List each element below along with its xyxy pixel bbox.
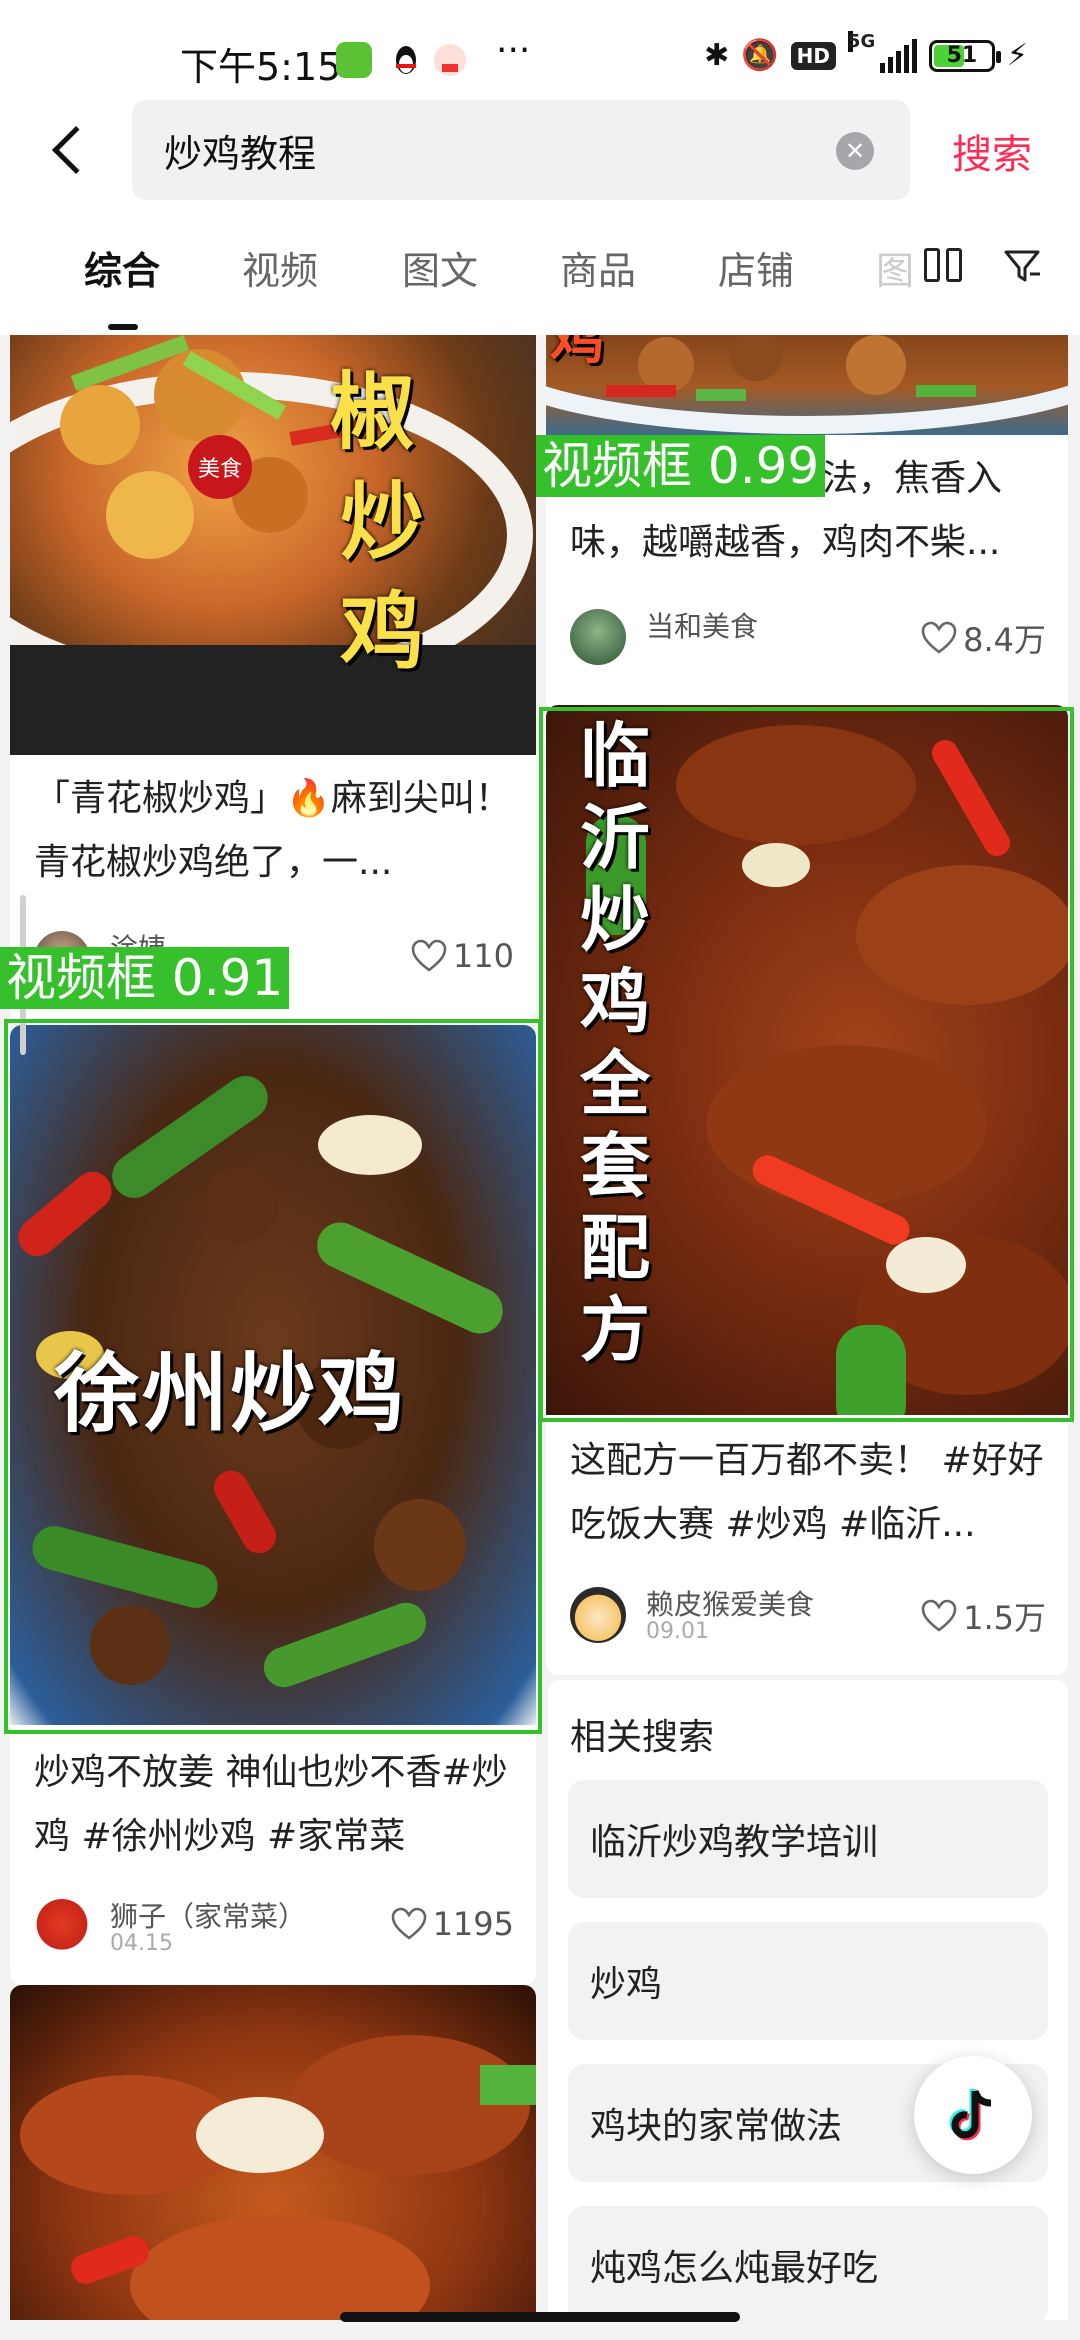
tab-comprehensive[interactable]: 综合: [84, 240, 160, 295]
card-thumbnail: 美食 椒 炒 鸡: [10, 335, 536, 755]
like-count[interactable]: 8.4万: [921, 615, 1046, 661]
grid-layout-icon[interactable]: [924, 248, 962, 282]
thumbnail-caption: 临 沂 炒 鸡 全 套 配 方: [580, 715, 652, 1371]
thumbnail-caption: 徐州炒鸡: [54, 1344, 406, 1444]
thumbnail-caption: 鸡: [340, 583, 427, 681]
search-box[interactable]: ✕: [132, 100, 910, 200]
status-time: 下午5:15: [180, 45, 342, 89]
detection-label: 视频框 0.91: [0, 947, 290, 1009]
result-tabs: 综合 视频 图文 商品 店铺 图: [0, 240, 1080, 335]
result-card[interactable]: 美食 椒 炒 鸡 「青花椒炒鸡」🔥麻到尖叫！青花椒炒鸡绝了，一... 涂姨 11…: [10, 335, 536, 1020]
back-button[interactable]: [40, 120, 101, 180]
tab-products[interactable]: 商品: [560, 240, 636, 295]
heart-icon: [391, 1907, 426, 1940]
tab-video[interactable]: 视频: [242, 240, 318, 295]
bluetooth-icon: ✱: [704, 38, 730, 73]
heart-icon: [921, 621, 957, 654]
qq-icon: [388, 42, 424, 78]
result-card[interactable]: 徐州炒鸡 炒鸡不放姜 神仙也炒不香#炒鸡 #徐州炒鸡 #家常菜 狮子（家常菜） …: [10, 1025, 536, 1985]
thumbnail-caption: 炒: [340, 473, 427, 571]
top-header: 下午5:15 ··· ✱ 🔕 HD 5G 51 ⚡ 炒鸡教程 ✕ 搜索 综合 视…: [0, 0, 1080, 335]
related-search-item[interactable]: 炒鸡: [568, 1922, 1048, 2040]
avatar[interactable]: [34, 1899, 90, 1955]
like-count[interactable]: 110: [411, 937, 514, 975]
signal-icon: 5G: [847, 30, 917, 73]
like-count[interactable]: 1195: [391, 1905, 514, 1943]
thumbnail-caption: 鸡: [550, 335, 606, 371]
battery-level: 51: [946, 43, 978, 68]
result-card[interactable]: [10, 1985, 536, 2320]
search-bar-row: ✕ 搜索: [0, 100, 1080, 200]
card-thumbnail: 临 沂 炒 鸡 全 套 配 方: [546, 705, 1068, 1415]
related-search-item[interactable]: 临沂炒鸡教学培训: [568, 1780, 1048, 1898]
card-title[interactable]: 炒鸡不放姜 神仙也炒不香#炒鸡 #徐州炒鸡 #家常菜: [34, 1741, 512, 1869]
search-input[interactable]: [164, 122, 764, 178]
author-name[interactable]: 狮子（家常菜）: [110, 1895, 306, 1935]
tiktok-icon[interactable]: [914, 2056, 1032, 2174]
detection-label: 视频框 0.99: [536, 435, 826, 497]
author-name[interactable]: 当和美食: [646, 605, 758, 645]
more-notifications-icon: ···: [496, 30, 531, 71]
card-title[interactable]: 这配方一百万都不卖！ #好好吃饭大赛 #炒鸡 #临沂...: [570, 1429, 1044, 1557]
status-right-icons: ✱ 🔕 HD 5G 51 ⚡: [704, 30, 1028, 73]
related-searches-title: 相关搜索: [570, 1717, 715, 1758]
card-thumbnail: 徐州炒鸡: [10, 1025, 536, 1725]
card-thumbnail: [10, 1985, 536, 2320]
chevron-left-icon: [51, 125, 101, 175]
post-date: 09.01: [646, 1619, 709, 1644]
post-date: 04.15: [110, 1931, 173, 1956]
active-tab-indicator: [108, 324, 138, 330]
search-button[interactable]: 搜索: [952, 122, 1032, 180]
charging-icon: ⚡: [1006, 38, 1028, 73]
tab-overflow[interactable]: 图: [876, 240, 914, 295]
filter-icon[interactable]: [1002, 246, 1042, 286]
tab-image-text[interactable]: 图文: [402, 240, 478, 295]
heart-icon: [411, 939, 447, 972]
clear-icon[interactable]: ✕: [836, 132, 874, 170]
food-badge: 美食: [188, 435, 252, 499]
author-row: 狮子（家常菜） 04.15 1195: [34, 1895, 514, 1956]
like-count[interactable]: 1.5万: [921, 1593, 1046, 1639]
tab-shops[interactable]: 店铺: [718, 240, 794, 295]
battery-icon: 51: [928, 39, 1001, 72]
author-row: 当和美食 8.4万: [570, 605, 1046, 665]
related-search-item[interactable]: 炖鸡怎么炖最好吃: [568, 2206, 1048, 2320]
hd-icon: HD: [790, 41, 836, 70]
thumbnail-caption: 椒: [330, 363, 417, 461]
avatar[interactable]: [570, 609, 626, 665]
author-row: 赖皮猴爱美食 09.01 1.5万: [570, 1583, 1046, 1644]
result-card[interactable]: 临 沂 炒 鸡 全 套 配 方 这配方一百万都不卖！ #好好吃饭大赛 #炒鸡 #…: [546, 705, 1068, 1675]
card-title[interactable]: 「青花椒炒鸡」🔥麻到尖叫！青花椒炒鸡绝了，一...: [34, 767, 512, 895]
author-name[interactable]: 赖皮猴爱美食: [646, 1583, 814, 1623]
app-notification-icon: [336, 42, 372, 78]
app-58-icon: [432, 42, 468, 78]
status-bar: 下午5:15 ··· ✱ 🔕 HD 5G 51 ⚡: [0, 28, 1080, 94]
mute-icon: 🔕: [741, 38, 779, 73]
heart-icon: [921, 1599, 957, 1632]
search-results-feed: 美食 椒 炒 鸡 「青花椒炒鸡」🔥麻到尖叫！青花椒炒鸡绝了，一... 涂姨 11…: [0, 335, 1080, 2320]
avatar[interactable]: [570, 1587, 626, 1643]
related-searches: 相关搜索 临沂炒鸡教学培训 炒鸡 鸡块的家常做法 炖鸡怎么炖最好吃: [548, 1680, 1068, 2320]
card-thumbnail: 鸡: [546, 335, 1068, 435]
home-indicator[interactable]: [340, 2312, 740, 2322]
